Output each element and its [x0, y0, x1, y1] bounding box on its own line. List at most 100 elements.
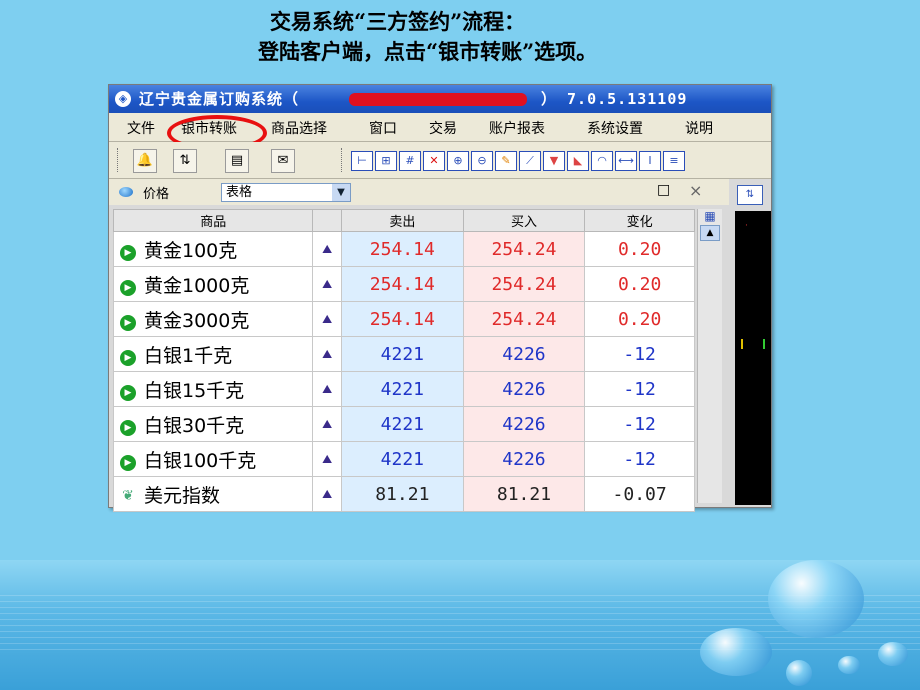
buy-price[interactable]: 81.21 [462, 476, 586, 512]
product-name[interactable]: ▶ 白银1千克 [112, 336, 314, 372]
play-icon: ▶ [120, 454, 136, 471]
view-select[interactable]: 表格 ▼ [221, 183, 351, 202]
table-row[interactable]: ▶ 黄金3000克 ⛰ 254.14 254.24 0.20 [112, 301, 695, 337]
table-row[interactable]: ▶ 白银100千克 ⛰ 4221 4226 -12 [112, 441, 695, 477]
menu-product-select[interactable]: 商品选择 [271, 118, 327, 138]
arc-icon[interactable]: ◠ [591, 151, 613, 171]
window-version: ） 7.0.5.131109 [541, 90, 688, 108]
table-row[interactable]: ▶ 黄金100克 ⛰ 254.14 254.24 0.20 [112, 231, 695, 267]
vline-icon[interactable]: I [639, 151, 661, 171]
line-icon[interactable]: ⟋ [519, 151, 541, 171]
panel-toggle-icon[interactable]: ⇅ [737, 185, 763, 205]
scroll-up-icon[interactable]: ▲ [700, 225, 720, 241]
chart-link-icon[interactable]: ⛰ [312, 231, 342, 267]
col-icon[interactable] [312, 209, 342, 232]
chart-link-icon[interactable]: ⛰ [312, 406, 342, 442]
product-name[interactable]: ❦ 美元指数 [112, 476, 314, 512]
menu-file[interactable]: 文件 [127, 118, 155, 138]
buy-price[interactable]: 4226 [462, 406, 586, 442]
price-table: 商品 卖出 买入 变化 ▶ 黄金100克 ⛰ 254.14 254.24 0.20 ▶ 黄金1… [112, 209, 695, 512]
play-icon: ▶ [120, 349, 136, 366]
buy-price[interactable]: 254.24 [462, 231, 586, 267]
decor-bubble-tiny [838, 656, 860, 674]
buy-price[interactable]: 4226 [462, 336, 586, 372]
product-name[interactable]: ▶ 白银30千克 [112, 406, 314, 442]
col-sell[interactable]: 卖出 [341, 209, 464, 232]
chart-link-icon[interactable]: ⛰ [312, 301, 342, 337]
sell-price[interactable]: 254.14 [341, 301, 464, 337]
hline-icon[interactable]: ⟷ [615, 151, 637, 171]
fan-icon[interactable]: ▼ [543, 151, 565, 171]
chevron-down-icon[interactable]: ▼ [332, 184, 350, 201]
product-name[interactable]: ▶ 白银15千克 [112, 371, 314, 407]
toolbar-separator [117, 148, 120, 172]
panel-label: 价格 [143, 187, 170, 202]
decor-bubble-bottom [786, 660, 812, 686]
report-icon[interactable]: ✉ [271, 149, 295, 173]
sell-price[interactable]: 4221 [341, 371, 464, 407]
table-row[interactable]: ▶ 白银15千克 ⛰ 4221 4226 -12 [112, 371, 695, 407]
index-icon: ❦ [122, 487, 134, 504]
chart-link-icon[interactable]: ⛰ [312, 476, 342, 512]
table-scrollbar[interactable]: ▦ ▲ [697, 209, 722, 503]
col-change[interactable]: 变化 [584, 209, 695, 232]
zoom-out-icon[interactable]: ⊖ [471, 151, 493, 171]
sell-price[interactable]: 4221 [341, 441, 464, 477]
chart-pane: · [735, 211, 771, 505]
menu-trade[interactable]: 交易 [429, 118, 457, 138]
buy-price[interactable]: 254.24 [462, 301, 586, 337]
chart-icon[interactable]: ▤ [225, 149, 249, 173]
chart-candles [741, 339, 765, 349]
product-name[interactable]: ▶ 黄金100克 [112, 231, 314, 267]
channel-icon[interactable]: ≡ [663, 151, 685, 171]
chart-link-icon[interactable]: ⛰ [312, 371, 342, 407]
buy-price[interactable]: 4226 [462, 371, 586, 407]
price-icon [119, 187, 133, 197]
sell-price[interactable]: 4221 [341, 336, 464, 372]
buy-price[interactable]: 254.24 [462, 266, 586, 302]
product-name[interactable]: ▶ 白银100千克 [112, 441, 314, 477]
col-buy[interactable]: 买入 [462, 209, 586, 232]
layout-left-icon[interactable]: ⊢ [351, 151, 373, 171]
price-change: 0.20 [584, 266, 695, 302]
slide-title-line2: 登陆客户端，点击“银市转账”选项。 [258, 39, 598, 64]
maximize-button[interactable]: □ [657, 182, 670, 198]
menu-help[interactable]: 说明 [685, 118, 713, 138]
price-change: -12 [584, 336, 695, 372]
fib-icon[interactable]: ◣ [567, 151, 589, 171]
bell-icon[interactable]: 🔔 [133, 149, 157, 173]
price-panel-header: 价格 表格 ▼ □ × [109, 179, 729, 205]
delete-icon[interactable]: ✕ [423, 151, 445, 171]
table-row[interactable]: ▶ 白银1千克 ⛰ 4221 4226 -12 [112, 336, 695, 372]
sell-price[interactable]: 4221 [341, 406, 464, 442]
transfer-icon[interactable]: ⇅ [173, 149, 197, 173]
layout-split-icon[interactable]: ⊞ [375, 151, 397, 171]
chart-link-icon[interactable]: ⛰ [312, 336, 342, 372]
grid-icon[interactable]: # [399, 151, 421, 171]
product-name[interactable]: ▶ 黄金3000克 [112, 301, 314, 337]
toolbar-separator [341, 148, 344, 172]
window-title: 辽宁贵金属订购系统（ [139, 90, 300, 108]
menu-window[interactable]: 窗口 [369, 118, 397, 138]
col-product[interactable]: 商品 [112, 209, 314, 232]
sell-price[interactable]: 81.21 [341, 476, 464, 512]
table-row[interactable]: ▶ 白银30千克 ⛰ 4221 4226 -12 [112, 406, 695, 442]
menu-account-report[interactable]: 账户报表 [489, 118, 545, 138]
zoom-in-icon[interactable]: ⊕ [447, 151, 469, 171]
play-icon: ▶ [120, 384, 136, 401]
chart-link-icon[interactable]: ⛰ [312, 266, 342, 302]
close-button[interactable]: × [689, 181, 702, 200]
chart-link-icon[interactable]: ⛰ [312, 441, 342, 477]
pen-icon[interactable]: ✎ [495, 151, 517, 171]
columns-icon[interactable]: ▦ [698, 209, 722, 223]
product-name[interactable]: ▶ 黄金1000克 [112, 266, 314, 302]
price-change: 0.20 [584, 301, 695, 337]
sell-price[interactable]: 254.14 [341, 266, 464, 302]
play-icon: ▶ [120, 244, 136, 261]
table-row[interactable]: ▶ 黄金1000克 ⛰ 254.14 254.24 0.20 [112, 266, 695, 302]
slide-title-line1: 交易系统“三方签约”流程： [270, 9, 526, 34]
table-row[interactable]: ❦ 美元指数 ⛰ 81.21 81.21 -0.07 [112, 476, 695, 512]
menu-system-settings[interactable]: 系统设置 [587, 118, 643, 138]
buy-price[interactable]: 4226 [462, 441, 586, 477]
sell-price[interactable]: 254.14 [341, 231, 464, 267]
